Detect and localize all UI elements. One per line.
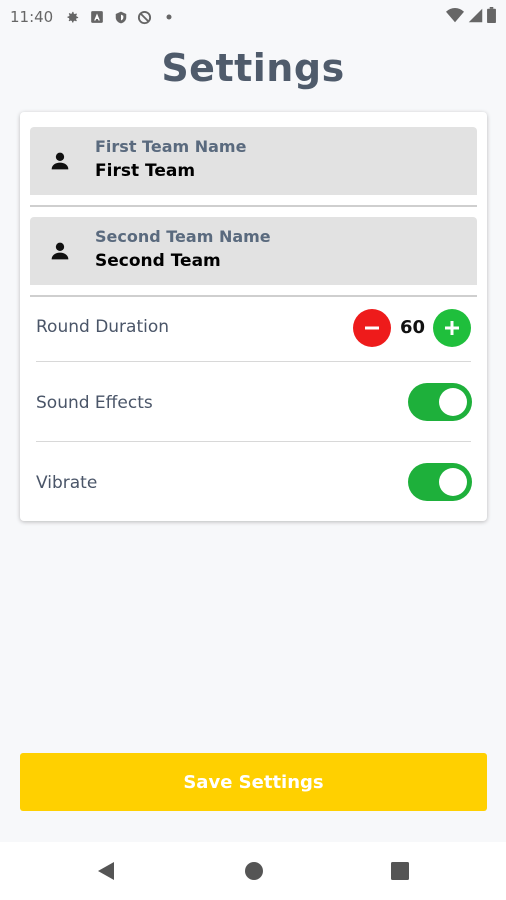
gear-icon [65, 10, 80, 25]
home-icon[interactable] [243, 860, 265, 882]
recents-icon[interactable] [389, 860, 411, 882]
wifi-icon [446, 7, 464, 27]
sound-effects-toggle[interactable] [408, 383, 472, 421]
minus-icon [365, 326, 379, 330]
page-title: Settings [161, 46, 345, 90]
round-duration-value: 60 [400, 317, 426, 338]
row-divider [36, 441, 471, 442]
second-team-name-label: Second Team Name [95, 227, 271, 246]
status-time: 11:40 [10, 8, 54, 26]
vibrate-toggle[interactable] [408, 463, 472, 501]
round-duration-label: Round Duration [36, 317, 170, 337]
first-team-name-label: First Team Name [95, 137, 247, 156]
increase-duration-button[interactable] [433, 309, 471, 347]
a-box-icon [89, 10, 104, 25]
person-icon [50, 241, 70, 261]
vibrate-label: Vibrate [36, 473, 98, 493]
navigation-bar [0, 842, 506, 900]
plus-icon [445, 321, 459, 335]
save-settings-button[interactable]: Save Settings [20, 753, 487, 811]
first-team-name-input[interactable]: First Team [95, 161, 195, 181]
toggle-knob [439, 468, 467, 496]
status-bar: 11:40 [0, 0, 506, 34]
first-team-name-field[interactable]: First Team Name First Team [30, 127, 477, 195]
signal-icon [468, 8, 483, 27]
back-icon[interactable] [95, 860, 117, 882]
settings-card: First Team Name First Team Second Team N… [20, 112, 487, 521]
sound-effects-label: Sound Effects [36, 393, 153, 413]
person-icon [50, 151, 70, 171]
second-team-name-input[interactable]: Second Team [95, 251, 221, 271]
second-team-underline [30, 295, 477, 297]
row-divider [36, 361, 471, 362]
status-left-icons [65, 10, 176, 25]
second-team-name-field[interactable]: Second Team Name Second Team [30, 217, 477, 285]
status-right-icons [446, 7, 496, 27]
shield-icon [113, 10, 128, 25]
battery-icon [487, 7, 496, 27]
dot-icon [161, 10, 176, 25]
toggle-knob [439, 388, 467, 416]
no-sync-icon [137, 10, 152, 25]
decrease-duration-button[interactable] [353, 309, 391, 347]
first-team-underline [30, 205, 477, 207]
